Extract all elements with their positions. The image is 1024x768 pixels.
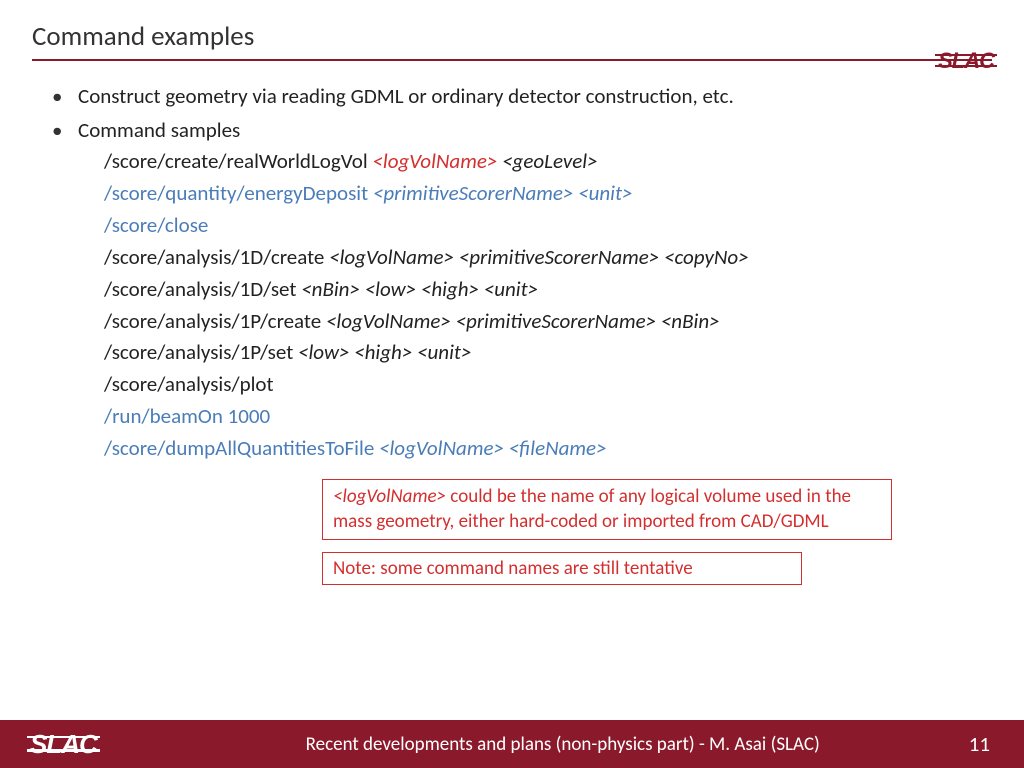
cmd-8: /score/analysis/plot (104, 369, 984, 401)
bullet-2: Command samples /score/create/realWorldL… (52, 115, 984, 466)
cmd-9: /run/beamOn 1000 (104, 401, 984, 433)
note-box-2: Note: some command names are still tenta… (322, 552, 802, 585)
slac-logo-top: SLAC (938, 48, 994, 74)
cmd-7: /score/analysis/1P/set <low> <high> <uni… (104, 337, 984, 369)
cmd-10: /score/dumpAllQuantitiesToFile <logVolNa… (104, 433, 984, 465)
cmd-6: /score/analysis/1P/create <logVolName> <… (104, 306, 984, 338)
cmd-2: /score/quantity/energyDeposit <primitive… (104, 178, 984, 210)
cmd-4: /score/analysis/1D/create <logVolName> <… (104, 242, 984, 274)
slide-title: Command examples (32, 20, 992, 53)
cmd-1: /score/create/realWorldLogVol <logVolNam… (104, 146, 984, 178)
footer-text: Recent developments and plans (non-physi… (97, 733, 969, 756)
bullet-1: Construct geometry via reading GDML or o… (52, 81, 984, 113)
footer-bar: SLAC Recent developments and plans (non-… (0, 720, 1024, 768)
slac-logo-footer: SLAC (30, 729, 97, 760)
cmd-5: /score/analysis/1D/set <nBin> <low> <hig… (104, 274, 984, 306)
cmd-3: /score/close (104, 210, 984, 242)
page-number: 11 (969, 731, 990, 757)
title-rule (32, 59, 992, 61)
note-box-1: <logVolName> could be the name of any lo… (322, 479, 892, 540)
content-area: Construct geometry via reading GDML or o… (0, 69, 1024, 768)
